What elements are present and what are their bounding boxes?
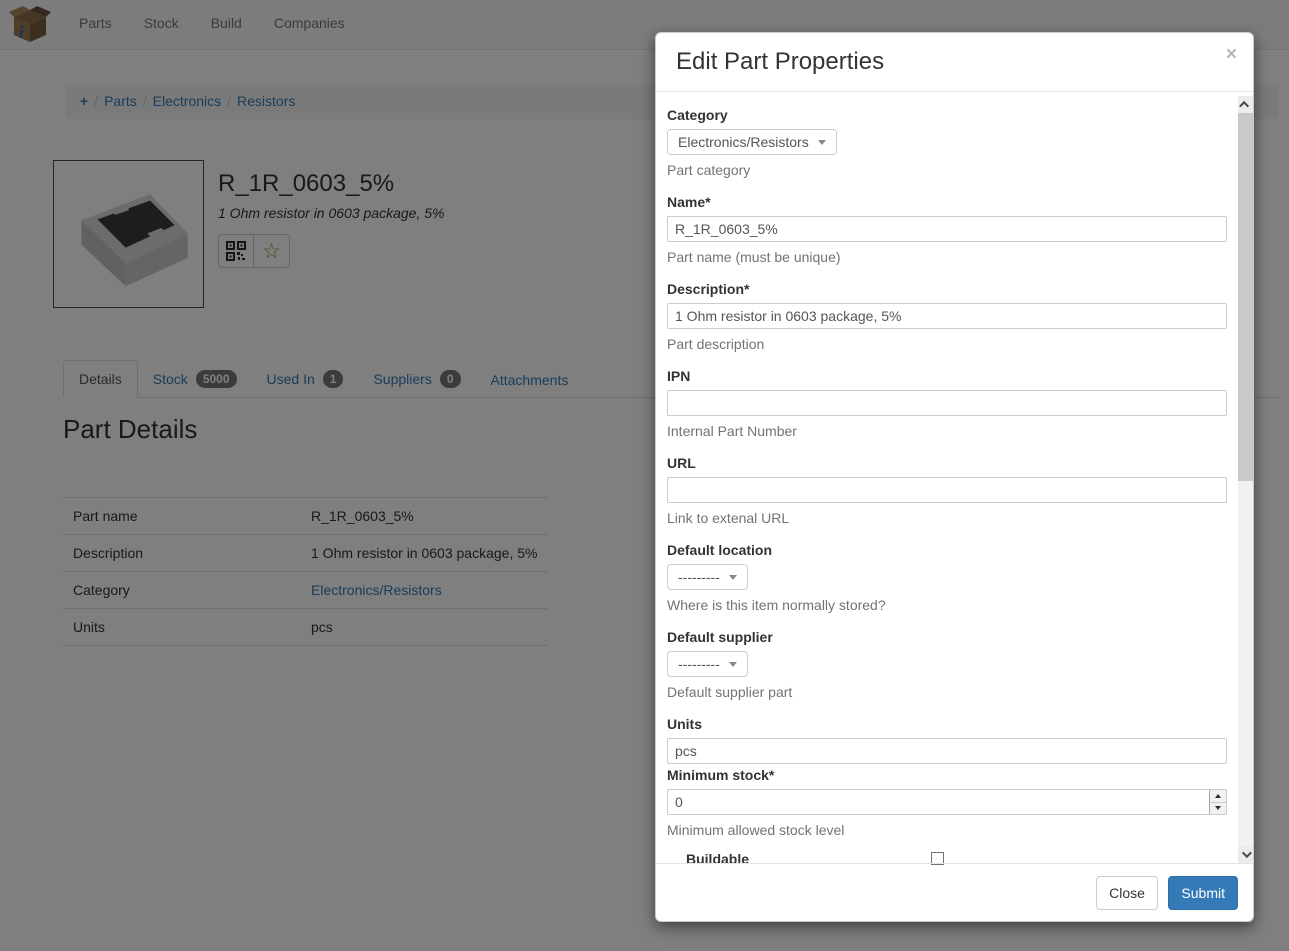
name-help-text: Part name (must be unique) bbox=[667, 248, 1227, 266]
triangle-down-icon bbox=[1215, 806, 1221, 810]
field-minimum-stock: Minimum stock* Minimum allowed stock lev… bbox=[667, 766, 1227, 839]
field-category: Category Electronics/Resistors Part cate… bbox=[667, 106, 1227, 179]
field-name: Name* Part name (must be unique) bbox=[667, 193, 1227, 266]
scrollbar-up-button[interactable] bbox=[1238, 96, 1253, 113]
ipn-label: IPN bbox=[667, 367, 1227, 385]
minimum-stock-input[interactable] bbox=[667, 789, 1227, 815]
triangle-up-icon bbox=[1215, 794, 1221, 798]
scrollbar-down-button[interactable] bbox=[1238, 846, 1253, 863]
category-select[interactable]: Electronics/Resistors bbox=[667, 129, 837, 155]
edit-part-modal: Edit Part Properties × Category Electron… bbox=[655, 32, 1254, 922]
field-description: Description* Part description bbox=[667, 280, 1227, 353]
close-icon[interactable]: × bbox=[1226, 45, 1237, 64]
spinner-up-button[interactable] bbox=[1210, 790, 1226, 802]
scrollbar-thumb[interactable] bbox=[1238, 113, 1253, 481]
number-spinner bbox=[1209, 790, 1226, 814]
default-supplier-select[interactable]: --------- bbox=[667, 651, 748, 677]
chevron-up-icon bbox=[1239, 101, 1249, 111]
default-supplier-selected-value: --------- bbox=[678, 656, 720, 672]
units-label: Units bbox=[667, 715, 1227, 733]
modal-form-body: Category Electronics/Resistors Part cate… bbox=[656, 92, 1255, 865]
description-label: Description* bbox=[667, 280, 1227, 298]
description-help-text: Part description bbox=[667, 335, 1227, 353]
minimum-stock-label: Minimum stock* bbox=[667, 766, 1227, 784]
chevron-down-icon bbox=[729, 662, 737, 667]
minimum-stock-help-text: Minimum allowed stock level bbox=[667, 821, 1227, 839]
chevron-down-icon bbox=[818, 140, 826, 145]
spinner-down-button[interactable] bbox=[1210, 802, 1226, 815]
field-default-location: Default location --------- Where is this… bbox=[667, 541, 1227, 614]
modal-title: Edit Part Properties bbox=[676, 47, 1233, 77]
name-label: Name* bbox=[667, 193, 1227, 211]
url-label: URL bbox=[667, 454, 1227, 472]
ipn-help-text: Internal Part Number bbox=[667, 422, 1227, 440]
chevron-down-icon bbox=[729, 575, 737, 580]
close-button[interactable]: Close bbox=[1096, 876, 1158, 910]
category-help-text: Part category bbox=[667, 161, 1227, 179]
field-url: URL Link to extenal URL bbox=[667, 454, 1227, 527]
submit-button[interactable]: Submit bbox=[1168, 876, 1238, 910]
chevron-down-icon bbox=[1242, 848, 1252, 858]
default-location-select[interactable]: --------- bbox=[667, 564, 748, 590]
field-ipn: IPN Internal Part Number bbox=[667, 367, 1227, 440]
units-input[interactable] bbox=[667, 738, 1227, 764]
default-location-selected-value: --------- bbox=[678, 569, 720, 585]
category-label: Category bbox=[667, 106, 1227, 124]
url-input[interactable] bbox=[667, 477, 1227, 503]
modal-footer: Close Submit bbox=[656, 863, 1253, 921]
default-supplier-label: Default supplier bbox=[667, 628, 1227, 646]
url-help-text: Link to extenal URL bbox=[667, 509, 1227, 527]
field-units: Units bbox=[667, 715, 1227, 764]
ipn-input[interactable] bbox=[667, 390, 1227, 416]
default-location-label: Default location bbox=[667, 541, 1227, 559]
default-location-help-text: Where is this item normally stored? bbox=[667, 596, 1227, 614]
modal-scrollbar[interactable] bbox=[1238, 96, 1253, 863]
default-supplier-help-text: Default supplier part bbox=[667, 683, 1227, 701]
modal-header: Edit Part Properties × bbox=[656, 33, 1253, 92]
field-default-supplier: Default supplier --------- Default suppl… bbox=[667, 628, 1227, 701]
name-input[interactable] bbox=[667, 216, 1227, 242]
category-selected-value: Electronics/Resistors bbox=[678, 134, 809, 150]
description-input[interactable] bbox=[667, 303, 1227, 329]
